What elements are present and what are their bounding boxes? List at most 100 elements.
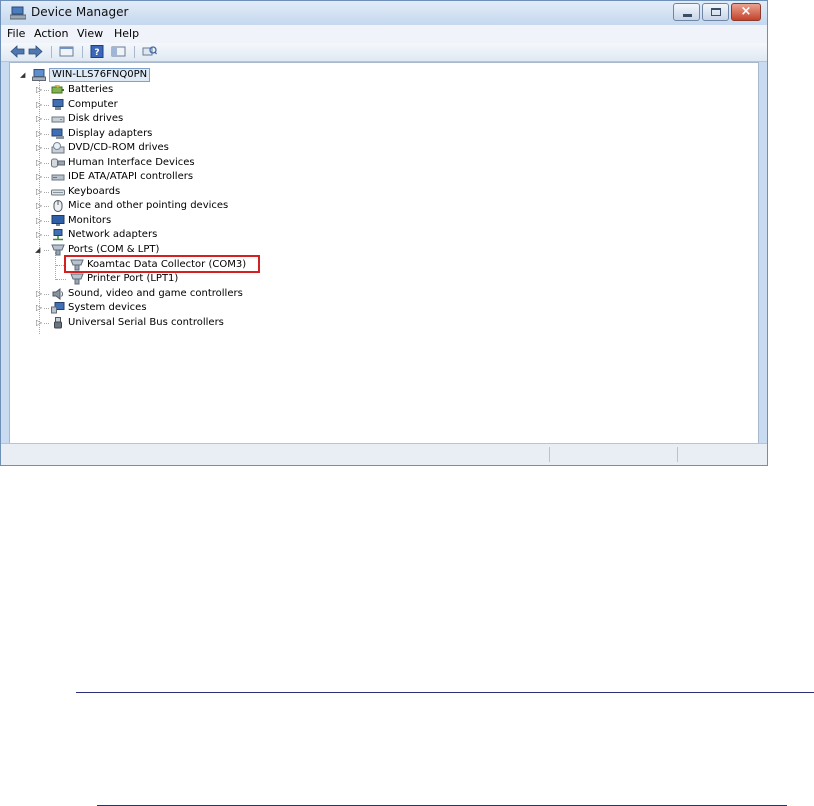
tree-connector [44, 250, 49, 251]
tree-item-label[interactable]: System devices [68, 301, 147, 315]
display-adapter-icon [51, 128, 64, 139]
tree-item-label[interactable]: Universal Serial Bus controllers [68, 316, 224, 330]
status-divider [549, 447, 550, 462]
menu-help[interactable]: Help [114, 27, 139, 40]
title-bar[interactable]: Device Manager × [1, 1, 767, 25]
computer-management-icon [10, 6, 26, 20]
toolbar: ? [1, 43, 767, 62]
tree-connector [44, 308, 49, 309]
expand-arrow-icon[interactable]: ▷ [36, 228, 42, 242]
menu-file[interactable]: File [7, 27, 25, 40]
tree-item-label[interactable]: Disk drives [68, 112, 123, 126]
properties-icon[interactable] [59, 45, 74, 58]
tree-child-printer-port[interactable]: Printer Port (LPT1) [10, 272, 410, 286]
toolbar-separator [134, 46, 135, 58]
mouse-icon [53, 200, 63, 212]
monitor-icon [51, 215, 65, 226]
network-adapter-icon [53, 229, 63, 241]
expand-arrow-icon[interactable]: ▷ [36, 185, 42, 199]
tree-item-label[interactable]: Keyboards [68, 185, 120, 199]
expand-arrow-icon[interactable]: ▷ [36, 316, 42, 330]
tree-item-label[interactable]: Network adapters [68, 228, 157, 242]
tree-item-label[interactable]: Mice and other pointing devices [68, 199, 228, 213]
tree-root[interactable]: ◢ WIN-LLS76FNQ0PN [10, 68, 310, 82]
tree-item-computer[interactable]: ▷ Computer [10, 98, 410, 112]
tree-connector [44, 323, 49, 324]
tree-item-network-adapters[interactable]: ▷ Network adapters [10, 228, 410, 242]
tree-item-label[interactable]: DVD/CD-ROM drives [68, 141, 169, 155]
help-icon[interactable]: ? [90, 45, 105, 58]
expand-arrow-icon[interactable]: ▷ [36, 127, 42, 141]
svg-text:?: ? [94, 48, 99, 58]
back-arrow-icon[interactable] [10, 45, 25, 58]
usb-icon [54, 317, 62, 329]
window-title: Device Manager [31, 5, 129, 19]
tree-connector [44, 221, 49, 222]
maximize-icon [711, 8, 721, 16]
expand-arrow-icon[interactable]: ▷ [36, 141, 42, 155]
expand-arrow-icon[interactable]: ▷ [36, 301, 42, 315]
tree-item-label[interactable]: Sound, video and game controllers [68, 287, 243, 301]
toolbar-separator [82, 46, 83, 58]
computer-icon [32, 69, 46, 81]
ide-controller-icon [51, 174, 65, 181]
minimize-button[interactable] [673, 3, 700, 21]
hid-icon [51, 158, 65, 168]
show-hide-console-tree-icon[interactable] [111, 45, 126, 58]
tree-item-batteries[interactable]: ▷ Batteries [10, 83, 410, 97]
expand-arrow-icon[interactable]: ▷ [36, 112, 42, 126]
tree-root-label[interactable]: WIN-LLS76FNQ0PN [49, 68, 151, 82]
minimize-icon [683, 14, 692, 17]
expand-arrow-icon[interactable]: ▷ [36, 170, 42, 184]
tree-item-label[interactable]: Printer Port (LPT1) [87, 272, 178, 286]
tree-item-sound-video-game[interactable]: ▷ Sound, video and game controllers [10, 287, 410, 301]
tree-item-mice[interactable]: ▷ Mice and other pointing devices [10, 199, 410, 213]
expand-arrow-icon[interactable]: ▷ [36, 199, 42, 213]
tree-item-display-adapters[interactable]: ▷ Display adapters [10, 127, 410, 141]
device-manager-window: Device Manager × File Action View Help ?… [0, 0, 768, 466]
tree-item-monitors[interactable]: ▷ Monitors [10, 214, 410, 228]
tree-item-label[interactable]: Monitors [68, 214, 111, 228]
forward-arrow-icon[interactable] [28, 45, 43, 58]
collapse-arrow-icon[interactable]: ◢ [35, 243, 40, 257]
tree-item-disk-drives[interactable]: ▷ Disk drives [10, 112, 410, 126]
expand-arrow-icon[interactable]: ▷ [36, 156, 42, 170]
tree-item-label[interactable]: Human Interface Devices [68, 156, 195, 170]
battery-icon [51, 85, 64, 94]
maximize-button[interactable] [702, 3, 729, 21]
tree-connector [56, 279, 66, 280]
tree-item-label[interactable]: Display adapters [68, 127, 152, 141]
tree-connector [44, 134, 49, 135]
dvd-drive-icon [51, 142, 65, 154]
expand-arrow-icon[interactable]: ▷ [36, 287, 42, 301]
expand-arrow-icon[interactable]: ▷ [36, 83, 42, 97]
tree-connector [44, 163, 49, 164]
menu-view[interactable]: View [77, 27, 103, 40]
computer-icon [52, 99, 64, 110]
speaker-icon [52, 288, 63, 300]
tree-item-system-devices[interactable]: ▷ System devices [10, 301, 410, 315]
menu-action[interactable]: Action [34, 27, 68, 40]
expand-arrow-icon[interactable]: ▷ [36, 98, 42, 112]
port-icon [51, 244, 65, 256]
expand-arrow-icon[interactable]: ▷ [36, 214, 42, 228]
collapse-arrow-icon[interactable]: ◢ [20, 68, 25, 82]
scan-hardware-icon[interactable] [142, 45, 157, 58]
tree-item-label[interactable]: Batteries [68, 83, 113, 97]
tree-item-label[interactable]: Computer [68, 98, 118, 112]
tree-item-ide-ata-atapi-controllers[interactable]: ▷ IDE ATA/ATAPI controllers [10, 170, 410, 184]
close-button[interactable]: × [731, 3, 761, 21]
disk-drive-icon [51, 116, 65, 123]
tree-item-label[interactable]: IDE ATA/ATAPI controllers [68, 170, 193, 184]
tree-connector [44, 206, 49, 207]
tree-connector [44, 105, 49, 106]
tree-item-dvd-cd-rom-drives[interactable]: ▷ DVD/CD-ROM drives [10, 141, 410, 155]
device-tree[interactable]: ◢ WIN-LLS76FNQ0PN ▷ Batteries ▷ Computer… [9, 62, 759, 444]
tree-connector [44, 148, 49, 149]
tree-item-human-interface-devices[interactable]: ▷ Human Interface Devices [10, 156, 410, 170]
highlight-box [64, 255, 260, 273]
tree-item-keyboards[interactable]: ▷ Keyboards [10, 185, 410, 199]
tree-connector [44, 235, 49, 236]
status-bar [1, 443, 767, 465]
tree-item-usb-controllers[interactable]: ▷ Universal Serial Bus controllers [10, 316, 410, 330]
